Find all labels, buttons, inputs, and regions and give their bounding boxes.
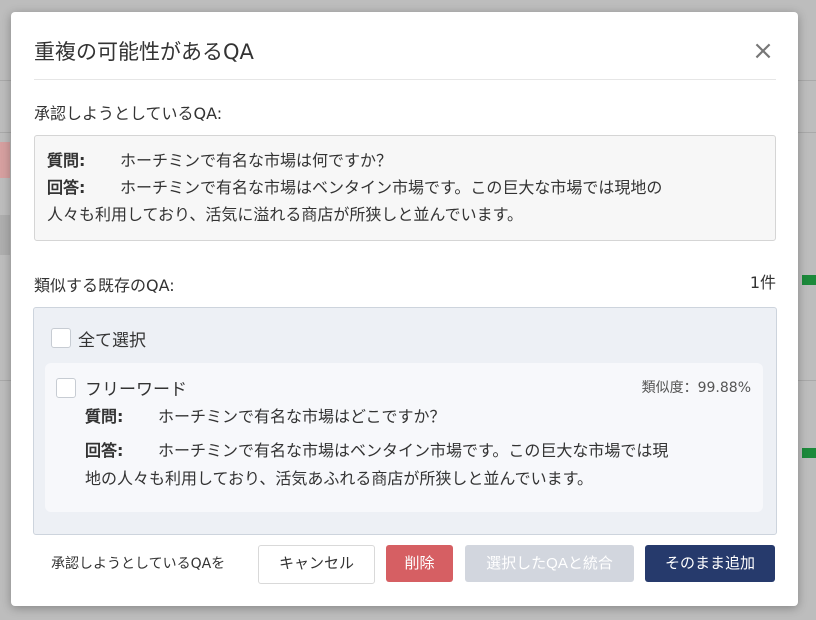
similar-qa-card: フリーワード 類似度：99.88% 質問: ホーチミンで有名な市場はどこですか？ … bbox=[45, 363, 763, 512]
close-icon[interactable]: × bbox=[750, 38, 776, 64]
item-answer-line: 回答: ホーチミンで有名な市場はベンタイン市場です。この巨大な市場では現 bbox=[85, 437, 745, 465]
delete-button[interactable]: 削除 bbox=[386, 545, 453, 582]
pending-answer-line: 回答: ホーチミンで有名な市場はベンタイン市場です。この巨大な市場では現地の bbox=[47, 174, 763, 201]
qa-item-title: フリーワード bbox=[85, 380, 187, 400]
question-key: 質問: bbox=[85, 407, 124, 426]
pending-answer-text-1: ホーチミンで有名な市場はベンタイン市場です。この巨大な市場では現地の bbox=[120, 178, 663, 197]
item-answer-text-1: ホーチミンで有名な市場はベンタイン市場です。この巨大な市場では現 bbox=[158, 441, 669, 460]
dialog-title: 重複の可能性があるQA bbox=[34, 40, 254, 64]
select-all-label: 全て選択 bbox=[78, 331, 146, 351]
cancel-button[interactable]: キャンセル bbox=[258, 545, 375, 584]
item-question-text: ホーチミンで有名な市場はどこですか？ bbox=[158, 407, 446, 426]
similar-qa-label: 類似する既存のQA: bbox=[34, 276, 175, 295]
pending-answer-line-2: 人々も利用しており、活気に溢れる商店が所狭しと並んでいます。 bbox=[47, 205, 524, 224]
answer-key: 回答: bbox=[85, 441, 124, 460]
background-tag bbox=[802, 448, 816, 458]
item-question-line: 質問: ホーチミンで有名な市場はどこですか？ bbox=[85, 403, 745, 431]
answer-key: 回答: bbox=[47, 178, 86, 197]
footer-prompt: 承認しようとしているQAを bbox=[51, 556, 226, 572]
pending-question-line: 質問: ホーチミンで有名な市場は何ですか？ bbox=[47, 147, 763, 174]
pending-qa-box: 質問: ホーチミンで有名な市場は何ですか？ 回答: ホーチミンで有名な市場はベンタイ… bbox=[34, 135, 776, 241]
pending-question-text: ホーチミンで有名な市場は何ですか？ bbox=[120, 151, 393, 170]
duplicate-qa-dialog: 重複の可能性があるQA × 承認しようとしているQA: 質問: ホーチミンで有名な… bbox=[11, 12, 798, 606]
select-all-checkbox[interactable] bbox=[51, 328, 71, 348]
similar-qa-list: 全て選択 フリーワード 類似度：99.88% 質問: ホーチミンで有名な市場はどこ… bbox=[33, 307, 777, 535]
similar-count: 1件 bbox=[749, 273, 776, 292]
similarity-score: 類似度：99.88% bbox=[641, 380, 751, 396]
background-strip bbox=[0, 215, 10, 255]
add-as-is-button[interactable]: そのまま追加 bbox=[645, 545, 775, 582]
pending-qa-label: 承認しようとしているQA: bbox=[34, 104, 223, 123]
merge-selected-button[interactable]: 選択したQAと統合 bbox=[465, 545, 634, 582]
item-answer-line-2: 地の人々も利用しており、活気あふれる商店が所狭しと並んでいます。 bbox=[85, 469, 594, 488]
question-key: 質問: bbox=[47, 151, 86, 170]
qa-item-checkbox[interactable] bbox=[56, 378, 76, 398]
background-highlight bbox=[0, 142, 10, 178]
title-divider bbox=[34, 79, 776, 80]
background-tag bbox=[802, 275, 816, 285]
